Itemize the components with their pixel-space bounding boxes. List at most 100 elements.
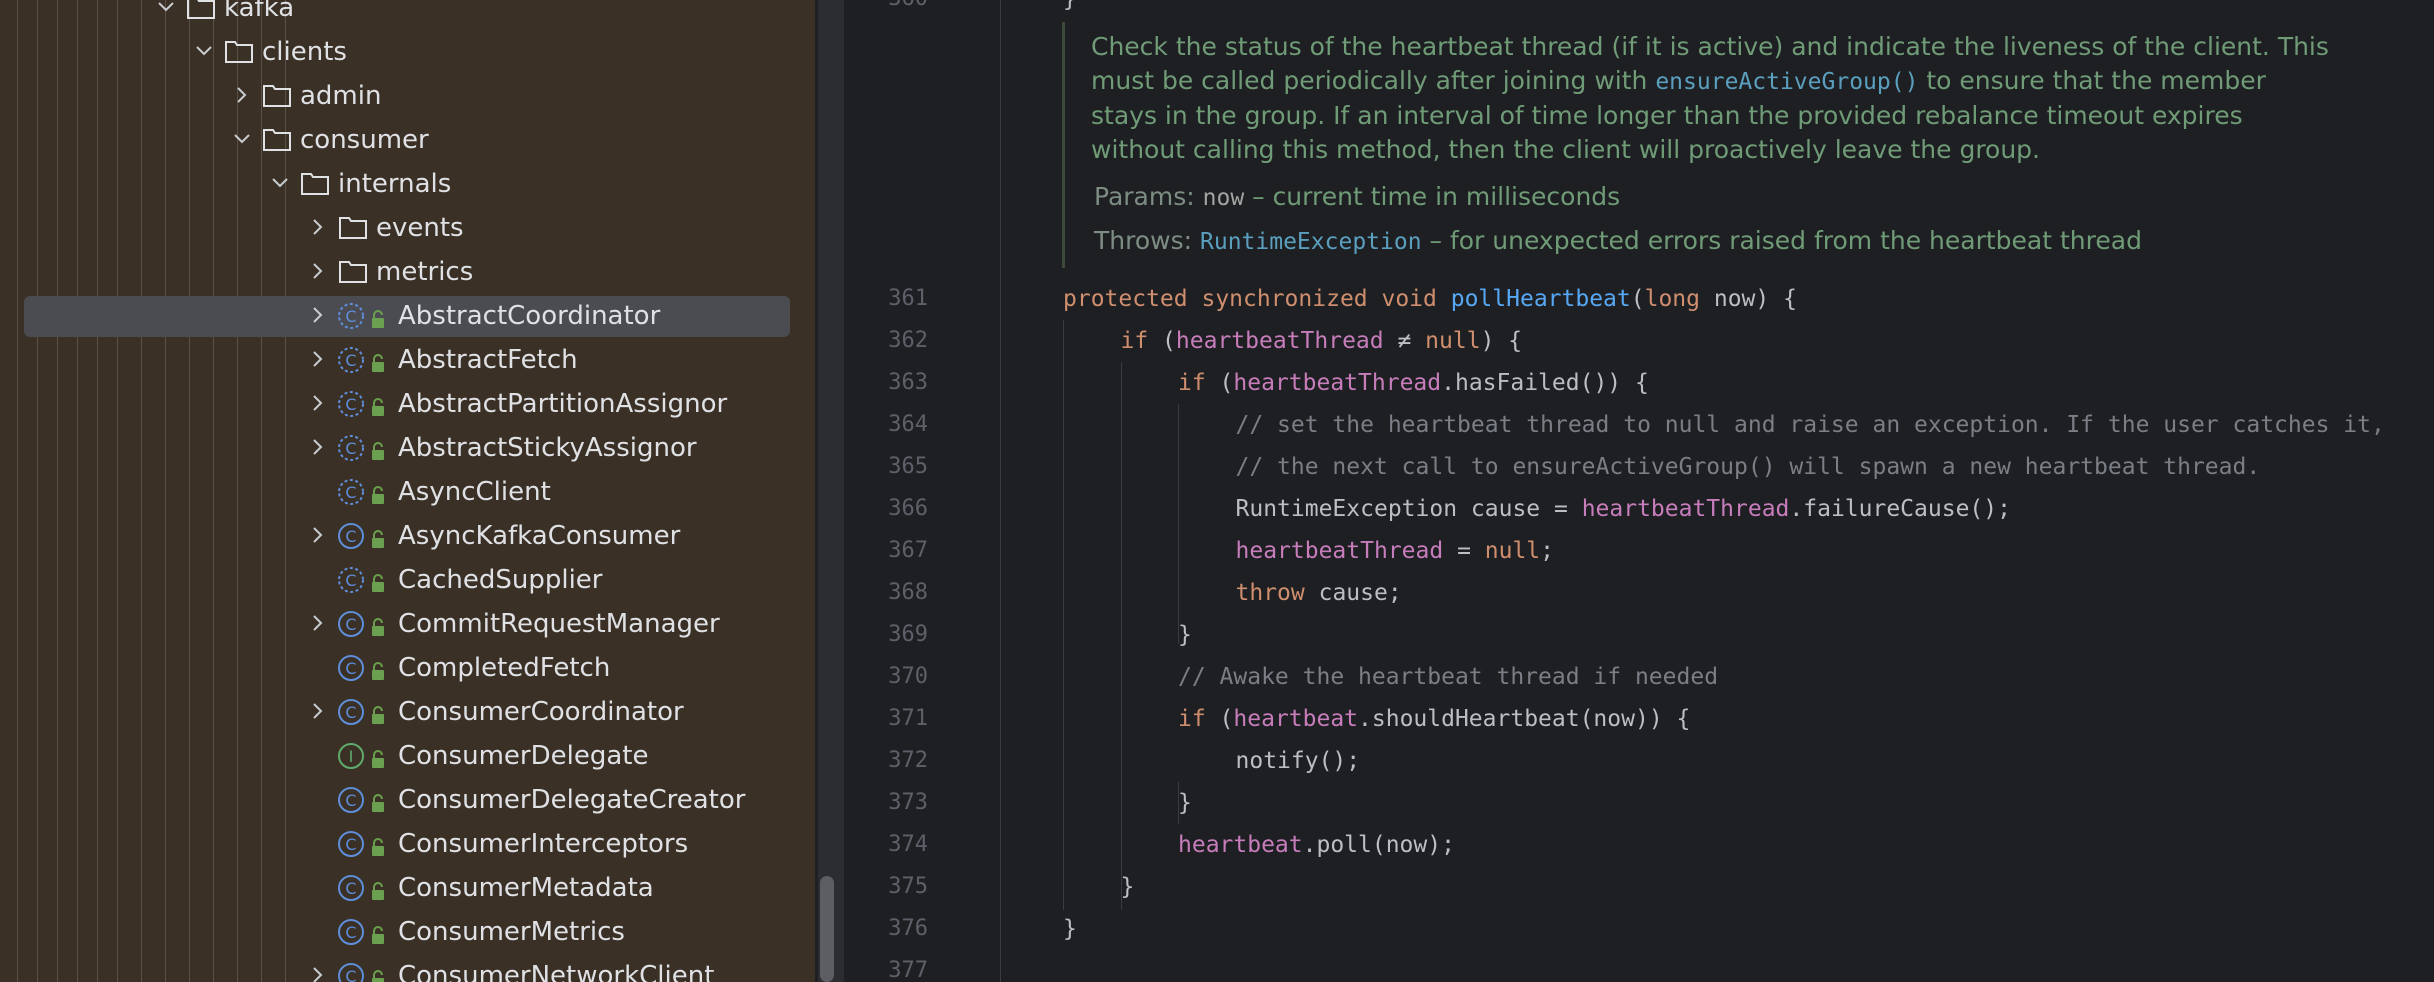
tree-item-abstractpartitionassignor[interactable]: C AbstractPartitionAssignor	[0, 384, 815, 428]
chevron-right-icon[interactable]	[305, 390, 331, 416]
line-number: 376	[888, 916, 928, 941]
public-lock-icon	[370, 306, 386, 328]
code-line: // the next call to ensureActiveGroup() …	[1236, 446, 2261, 488]
throws-label: Throws:	[1094, 226, 1193, 255]
code-token: null	[1484, 538, 1541, 564]
tree-item-consumerinterceptors[interactable]: C ConsumerInterceptors	[0, 824, 815, 868]
interface-icon: I	[336, 741, 366, 771]
chevron-right-icon[interactable]	[305, 258, 331, 284]
svg-text:C: C	[345, 439, 356, 458]
tree-scrollbar-track[interactable]	[818, 0, 844, 982]
tree-item-label: ConsumerDelegateCreator	[398, 785, 746, 815]
line-number: 377	[888, 958, 928, 982]
javadoc-params: Params: now – current time in millisecon…	[1094, 180, 1620, 215]
code-token: protected synchronized void	[1063, 286, 1451, 312]
code-line: heartbeatThread = null;	[1236, 530, 1555, 572]
tree-item-consumermetrics[interactable]: C ConsumerMetrics	[0, 912, 815, 956]
chevron-right-icon[interactable]	[305, 522, 331, 548]
javadoc-code-link[interactable]: ensureActiveGroup()	[1655, 69, 1918, 95]
tree-item-commitrequestmanager[interactable]: C CommitRequestManager	[0, 604, 815, 648]
folder-icon	[338, 258, 368, 284]
code-line: if (heartbeat.shouldHeartbeat(now)) {	[1178, 698, 1690, 740]
abstract-class-icon: C	[336, 477, 366, 507]
abstract-class-icon: C	[336, 389, 366, 419]
tree-folder-consumer[interactable]: consumer	[0, 120, 815, 164]
public-lock-icon	[370, 790, 386, 812]
abstract-class-icon: C	[336, 433, 366, 463]
svg-text:C: C	[345, 791, 356, 810]
chevron-down-icon[interactable]	[153, 0, 179, 20]
class-icon: C	[336, 609, 366, 639]
tree-item-consumermetadata[interactable]: C ConsumerMetadata	[0, 868, 815, 912]
svg-text:C: C	[345, 967, 356, 982]
code-token: pollHeartbeat	[1450, 286, 1631, 312]
code-token: long	[1644, 286, 1700, 312]
tree-item-asyncclient[interactable]: C AsyncClient	[0, 472, 815, 516]
code-token: cause;	[1304, 580, 1402, 606]
line-number: 367	[888, 538, 928, 563]
code-line: protected synchronized void pollHeartbea…	[1063, 278, 1797, 320]
tree-item-consumerdelegate[interactable]: I ConsumerDelegate	[0, 736, 815, 780]
code-token: throw	[1235, 580, 1305, 606]
line-number: 364	[888, 412, 928, 437]
code-token: }	[1063, 916, 1077, 942]
code-line: }	[1178, 782, 1192, 824]
tree-folder-kafka[interactable]: kafka	[0, 0, 815, 32]
code-token: if	[1120, 328, 1149, 354]
tree-folder-metrics[interactable]: metrics	[0, 252, 815, 296]
exception-link[interactable]: RuntimeException	[1200, 229, 1422, 255]
chevron-right-icon[interactable]	[305, 698, 331, 724]
tree-item-abstractstickyassignor[interactable]: C AbstractStickyAssignor	[0, 428, 815, 472]
code-token: if	[1178, 706, 1206, 732]
chevron-right-icon[interactable]	[305, 610, 331, 636]
code-token: ;	[1540, 538, 1555, 564]
chevron-right-icon[interactable]	[305, 434, 331, 460]
chevron-down-icon[interactable]	[191, 38, 217, 64]
svg-text:C: C	[345, 615, 356, 634]
code-line: RuntimeException cause = heartbeatThread…	[1236, 488, 2011, 530]
code-line: }	[1063, 0, 1077, 20]
chevron-right-icon[interactable]	[305, 346, 331, 372]
tree-folder-clients[interactable]: clients	[0, 32, 815, 76]
chevron-down-icon[interactable]	[229, 126, 255, 152]
code-token: .poll(now);	[1302, 832, 1455, 858]
tree-item-label: AbstractPartitionAssignor	[398, 389, 728, 419]
tree-item-label: AsyncClient	[398, 477, 551, 507]
tree-item-label: CompletedFetch	[398, 653, 611, 683]
line-number: 365	[888, 454, 928, 479]
tree-item-label: events	[376, 213, 464, 243]
code-editor[interactable]: 360 } Check the status of the heartbeat …	[844, 0, 2434, 982]
line-number: 372	[888, 748, 928, 773]
params-label: Params:	[1094, 182, 1195, 211]
tree-item-consumercoordinator[interactable]: C ConsumerCoordinator	[0, 692, 815, 736]
tree-item-abstractfetch[interactable]: C AbstractFetch	[0, 340, 815, 384]
tree-item-label: admin	[300, 81, 382, 111]
tree-item-consumerdelegatecreator[interactable]: C ConsumerDelegateCreator	[0, 780, 815, 824]
svg-text:C: C	[345, 483, 356, 502]
chevron-right-icon[interactable]	[305, 302, 331, 328]
chevron-right-icon[interactable]	[305, 962, 331, 982]
chevron-down-icon[interactable]	[267, 170, 293, 196]
tree-item-consumernetworkclient[interactable]: C ConsumerNetworkClient	[0, 956, 815, 982]
svg-text:C: C	[345, 571, 356, 590]
code-line: }	[1063, 908, 1077, 950]
tree-item-label: metrics	[376, 257, 474, 287]
tree-item-abstractcoordinator[interactable]: C AbstractCoordinator	[0, 296, 815, 340]
rendered-javadoc: Check the status of the heartbeat thread…	[1062, 22, 2365, 268]
code-token: RuntimeException cause =	[1235, 496, 1582, 522]
tree-folder-events[interactable]: events	[0, 208, 815, 252]
tree-item-completedfetch[interactable]: C CompletedFetch	[0, 648, 815, 692]
tree-folder-admin[interactable]: admin	[0, 76, 815, 120]
code-token: (	[1205, 370, 1234, 396]
tree-item-label: CachedSupplier	[398, 565, 603, 595]
class-icon: C	[336, 829, 366, 859]
line-number: 363	[888, 370, 928, 395]
line-number: 369	[888, 622, 928, 647]
tree-folder-internals[interactable]: internals	[0, 164, 815, 208]
tree-item-cachedsupplier[interactable]: C CachedSupplier	[0, 560, 815, 604]
tree-item-asynckafkaconsumer[interactable]: C AsyncKafkaConsumer	[0, 516, 815, 560]
chevron-right-icon[interactable]	[229, 82, 255, 108]
tree-scrollbar-thumb[interactable]	[820, 876, 834, 982]
svg-text:C: C	[345, 835, 356, 854]
chevron-right-icon[interactable]	[305, 214, 331, 240]
